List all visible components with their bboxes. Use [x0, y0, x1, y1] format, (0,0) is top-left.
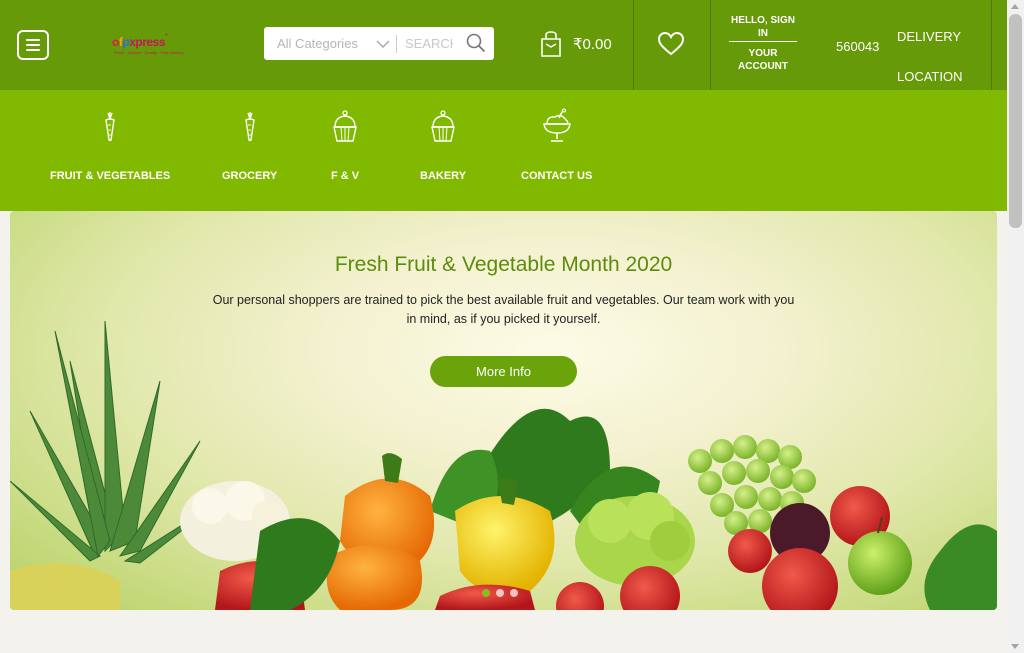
account-label: YOUR ACCOUNT	[738, 48, 788, 72]
scroll-down-arrow-icon[interactable]	[1011, 644, 1019, 649]
carousel-dot[interactable]	[482, 589, 490, 597]
search-input[interactable]	[405, 36, 453, 51]
carousel-dot[interactable]	[510, 589, 518, 597]
category-label: GROCERY	[222, 170, 278, 182]
delivery-location-link[interactable]: DELIVERY LOCATION	[897, 17, 963, 97]
cupcake-icon	[333, 110, 357, 142]
category-select[interactable]: All Categories	[264, 36, 374, 51]
top-header: ofpxpress+ Fresh · Natural · Quality · F…	[0, 0, 1007, 90]
category-f-and-v[interactable]: F & V	[331, 106, 359, 182]
ice-cream-icon	[542, 108, 571, 142]
cart-button[interactable]: ₹0.00	[539, 30, 612, 58]
heart-icon	[657, 31, 685, 56]
delivery-label: DELIVERY	[897, 29, 962, 44]
carrot-icon	[244, 112, 255, 142]
pincode-display[interactable]: 560043	[836, 39, 879, 54]
vertical-scrollbar[interactable]	[1007, 0, 1024, 653]
category-label: BAKERY	[420, 170, 467, 182]
category-label: FRUIT & VEGETABLES	[50, 170, 171, 182]
hero-title: Fresh Fruit & Vegetable Month 2020	[334, 253, 673, 276]
logo-tagline: Fresh · Natural · Quality · Fast Deliver…	[114, 50, 184, 55]
carousel-dots	[482, 589, 518, 597]
header-divider	[991, 0, 992, 90]
shopping-bag-icon	[541, 31, 561, 57]
menu-bar-icon	[26, 39, 40, 41]
category-label: CONTACT US	[521, 170, 593, 182]
wishlist-button[interactable]	[657, 31, 685, 62]
cupcake-icon	[431, 110, 455, 142]
cart-total: ₹0.00	[573, 36, 612, 53]
carrot-icon	[105, 112, 115, 142]
search-separator	[396, 34, 397, 53]
scrollbar-thumb[interactable]	[1009, 14, 1022, 228]
more-info-button[interactable]: More Info	[430, 356, 577, 387]
account-underline	[729, 41, 797, 42]
scroll-up-arrow-icon[interactable]	[1011, 4, 1019, 9]
site-logo[interactable]: ofpxpress+ Fresh · Natural · Quality · F…	[112, 33, 184, 59]
account-link[interactable]: HELLO, SIGN IN YOUR ACCOUNT	[729, 14, 797, 73]
category-nav: FRUIT & VEGETABLES GROCERY F & V BAKERY …	[0, 90, 1007, 211]
category-contact-us[interactable]: CONTACT US	[521, 106, 592, 182]
menu-bar-icon	[26, 49, 40, 51]
category-grocery[interactable]: GROCERY	[222, 106, 277, 182]
header-divider	[710, 0, 711, 90]
hero-banner: Fresh Fruit & Vegetable Month 2020 Our p…	[10, 211, 997, 610]
search-bar: All Categories	[264, 27, 494, 60]
carousel-dot[interactable]	[496, 589, 504, 597]
hero-description: Our personal shoppers are trained to pic…	[212, 293, 795, 326]
chevron-down-icon[interactable]	[376, 39, 390, 48]
category-label: F & V	[331, 170, 360, 182]
category-bakery[interactable]: BAKERY	[420, 106, 466, 182]
category-fruit-vegetables[interactable]: FRUIT & VEGETABLES	[50, 106, 170, 182]
menu-bar-icon	[26, 44, 40, 46]
search-icon[interactable]	[466, 33, 486, 53]
header-divider	[633, 0, 634, 90]
hamburger-menu-button[interactable]	[17, 30, 49, 60]
account-greeting: HELLO, SIGN IN	[731, 15, 795, 39]
